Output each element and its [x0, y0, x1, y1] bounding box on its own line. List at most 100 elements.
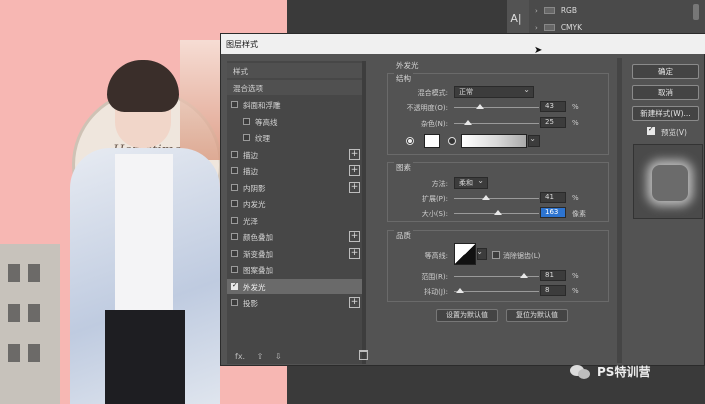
style-item-label: 渐变叠加: [243, 249, 273, 259]
style-item[interactable]: 投影 +: [227, 295, 362, 310]
new-style-button[interactable]: 新建样式(W)...: [632, 106, 699, 121]
size-unit: 像素: [572, 210, 586, 218]
style-checkbox[interactable]: [231, 249, 238, 257]
style-item-label: 颜色叠加: [243, 233, 273, 242]
size-slider[interactable]: [454, 210, 539, 215]
settings-scrollbar[interactable]: [617, 58, 622, 363]
style-item[interactable]: 描边 +: [227, 147, 362, 162]
style-checkbox[interactable]: [231, 233, 238, 240]
jitter-slider[interactable]: [454, 288, 539, 293]
dialog-titlebar[interactable]: 图层样式 ➤: [221, 34, 705, 56]
anti-alias-checkbox[interactable]: [492, 251, 500, 259]
add-style-icon[interactable]: +: [349, 148, 360, 160]
style-item[interactable]: 图案叠加: [227, 262, 362, 277]
contour-label: 等高线:: [424, 252, 448, 260]
style-item[interactable]: 内发光: [227, 196, 362, 211]
quality-group: 品质 等高线: 消除锯齿(L) 范围(R): 81 % 抖动(J): 8 %: [387, 230, 609, 302]
spread-input[interactable]: 41: [540, 192, 566, 203]
spread-label: 扩展(P):: [421, 195, 448, 203]
building-image: [0, 244, 60, 404]
style-item[interactable]: 等高线: [227, 114, 362, 129]
style-item-label: 外发光: [243, 282, 266, 292]
trash-icon[interactable]: [359, 350, 368, 360]
percent-unit: %: [572, 272, 579, 280]
style-item-label: 投影: [243, 299, 258, 308]
percent-unit: %: [572, 119, 579, 127]
blend-mode-label: 混合模式:: [417, 89, 448, 97]
channel-label: CMYK: [560, 23, 583, 32]
noise-label: 杂色(N):: [420, 120, 448, 128]
style-checkbox[interactable]: [231, 183, 238, 191]
range-label: 范围(R):: [421, 273, 448, 281]
fx-icon[interactable]: fx.: [235, 352, 245, 361]
contour-dropdown[interactable]: [476, 247, 487, 260]
style-checkbox[interactable]: [231, 167, 238, 174]
style-item[interactable]: 渐变叠加 +: [227, 246, 362, 261]
panel-scrollbar[interactable]: [693, 4, 699, 20]
style-checkbox[interactable]: [243, 134, 250, 141]
styles-header[interactable]: 样式: [227, 63, 362, 78]
make-default-button[interactable]: 设置为默认值: [436, 309, 498, 322]
move-up-icon[interactable]: ⇧: [257, 352, 264, 361]
method-label: 方法:: [431, 180, 448, 188]
add-style-icon[interactable]: +: [349, 165, 360, 176]
style-checkbox[interactable]: [243, 117, 250, 125]
contour-picker[interactable]: [454, 243, 476, 265]
range-input[interactable]: 81: [540, 270, 566, 281]
style-checkbox[interactable]: [231, 216, 238, 224]
style-item[interactable]: 颜色叠加 +: [227, 229, 362, 244]
add-style-icon[interactable]: +: [349, 181, 360, 193]
blend-mode-select[interactable]: 正常: [454, 85, 534, 98]
style-checkbox[interactable]: [231, 266, 238, 273]
style-list-scrollbar[interactable]: [362, 61, 366, 364]
style-item[interactable]: 内阴影 +: [227, 180, 362, 195]
ok-button[interactable]: 确定: [632, 64, 699, 79]
text-tool-icon[interactable]: A|: [507, 10, 525, 28]
style-list-footer: fx. ⇧ ⇩: [235, 352, 291, 361]
opacity-input[interactable]: 43: [540, 101, 566, 112]
style-checkbox[interactable]: [231, 281, 238, 290]
size-input[interactable]: 163: [540, 207, 566, 218]
noise-slider[interactable]: [454, 120, 539, 125]
style-checkbox[interactable]: [231, 150, 238, 158]
layer-style-dialog: 图层样式 ➤ 样式 混合选项 斜面和浮雕 等高线 纹理 描边 + 描边 + 内阴影 + 内发光 光泽…: [220, 33, 705, 366]
style-item[interactable]: 光泽: [227, 213, 362, 228]
group-title: 品质: [394, 230, 413, 241]
style-checkbox[interactable]: [231, 299, 238, 306]
spread-slider[interactable]: [454, 195, 539, 200]
add-style-icon[interactable]: +: [349, 231, 360, 242]
person-photo: [70, 60, 220, 404]
opacity-slider[interactable]: [454, 104, 539, 109]
channel-label: RGB: [560, 6, 577, 15]
style-item[interactable]: 纹理: [227, 130, 362, 145]
glow-color-swatch[interactable]: [424, 134, 440, 148]
noise-input[interactable]: 25: [540, 117, 566, 128]
move-down-icon[interactable]: ⇩: [275, 352, 282, 361]
preview-checkbox[interactable]: [647, 125, 655, 135]
range-slider[interactable]: [454, 273, 539, 278]
reset-default-button[interactable]: 复位为默认值: [506, 309, 568, 322]
solid-color-radio[interactable]: [406, 137, 414, 145]
jitter-input[interactable]: 8: [540, 285, 566, 296]
style-item-label: 描边: [243, 150, 258, 160]
style-checkbox[interactable]: [231, 101, 238, 108]
style-item[interactable]: 外发光: [227, 278, 362, 294]
glow-gradient-picker[interactable]: [461, 134, 527, 148]
style-item[interactable]: 描边 +: [227, 163, 362, 178]
watermark: PS特训营: [570, 363, 650, 380]
cancel-button[interactable]: 取消: [632, 85, 699, 100]
structure-group: 结构 混合模式: 正常 不透明度(O): 43 % 杂色(N): 25 %: [387, 73, 609, 155]
style-list: 样式 混合选项 斜面和浮雕 等高线 纹理 描边 + 描边 + 内阴影 + 内发光 光泽 颜色叠加 + 渐变…: [227, 61, 362, 364]
channel-row-rgb[interactable]: › RGB: [535, 6, 577, 15]
channel-row-cmyk[interactable]: › CMYK: [535, 23, 582, 32]
elements-group: 图素 方法: 柔和 扩展(P): 41 % 大小(S): 163 像素: [387, 162, 609, 222]
style-item[interactable]: 斜面和浮雕: [227, 97, 362, 112]
gradient-radio[interactable]: [448, 137, 456, 145]
method-select[interactable]: 柔和: [454, 176, 488, 189]
style-preview-thumbnail: [633, 144, 703, 219]
blend-options-item[interactable]: 混合选项: [227, 80, 362, 95]
style-checkbox[interactable]: [231, 200, 238, 207]
add-style-icon[interactable]: +: [349, 297, 360, 308]
add-style-icon[interactable]: +: [349, 247, 360, 259]
gradient-dropdown[interactable]: [528, 134, 540, 147]
